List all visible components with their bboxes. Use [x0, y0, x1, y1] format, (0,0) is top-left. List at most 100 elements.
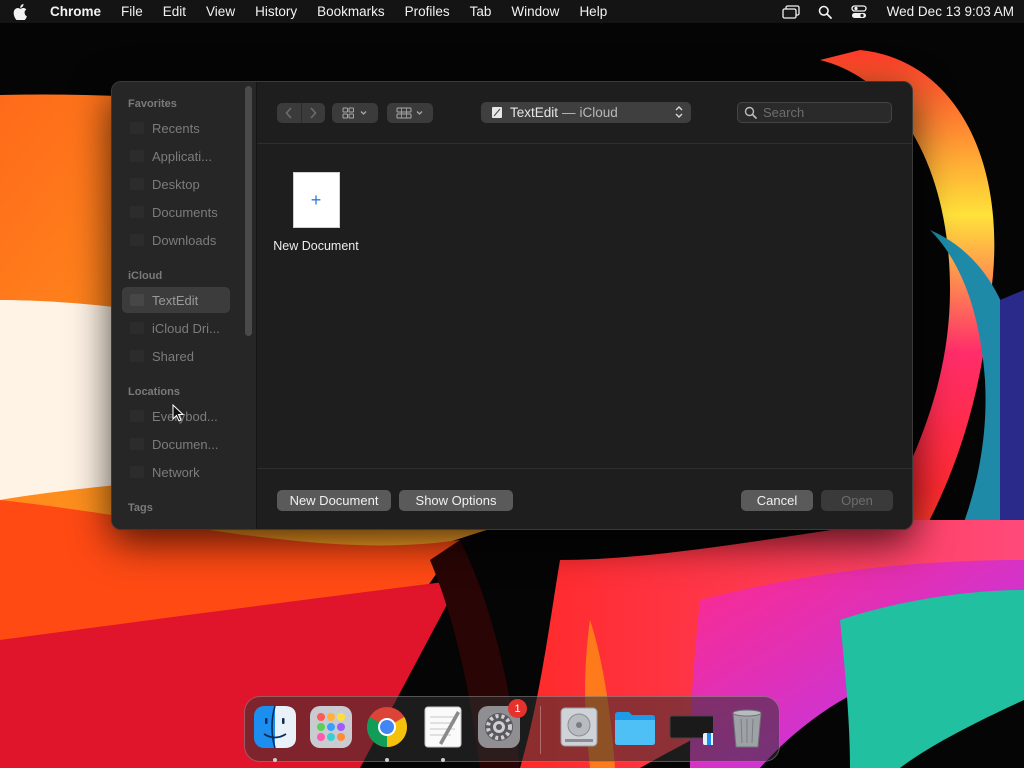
- menu-bookmarks[interactable]: Bookmarks: [307, 0, 395, 23]
- menu-profiles[interactable]: Profiles: [395, 0, 460, 23]
- file-item-label: New Document: [273, 239, 359, 253]
- forward-button[interactable]: [300, 103, 325, 123]
- location-separator: —: [562, 105, 576, 120]
- chevron-left-icon: [285, 107, 292, 119]
- menu-history[interactable]: History: [245, 0, 307, 23]
- up-down-chevron-icon: [675, 106, 683, 118]
- menubar-status-area: Wed Dec 13 9:03 AM: [777, 0, 1014, 23]
- menu-view[interactable]: View: [196, 0, 245, 23]
- finder-running-indicator: [273, 758, 277, 762]
- file-list: + New Document: [257, 144, 912, 468]
- folder-icon[interactable]: [613, 705, 657, 749]
- document-icon: [130, 206, 144, 218]
- chrome-icon[interactable]: [365, 705, 409, 749]
- control-center-icon[interactable]: [845, 0, 873, 23]
- textedit-icon[interactable]: [421, 705, 465, 749]
- sidebar-item-label: Documents: [152, 204, 218, 220]
- sidebar-section-locations: Locations: [128, 386, 180, 398]
- navigation-buttons: [277, 103, 325, 123]
- cloud-icon: [130, 322, 144, 334]
- download-icon: [130, 234, 144, 246]
- system-settings-icon[interactable]: 1: [477, 699, 527, 749]
- menu-help[interactable]: Help: [569, 0, 617, 23]
- notification-badge: 1: [508, 699, 527, 718]
- sidebar-item-label: Desktop: [152, 176, 200, 192]
- applications-icon: [130, 150, 144, 162]
- search-icon: [744, 106, 757, 119]
- plus-icon: +: [310, 189, 322, 210]
- menu-window[interactable]: Window: [501, 0, 569, 23]
- drive-icon: [130, 410, 144, 422]
- sidebar-section-favorites: Favorites: [128, 98, 177, 110]
- textedit-doc-icon: [492, 107, 502, 118]
- search-icon[interactable]: [811, 0, 839, 23]
- sidebar-item-applications[interactable]: Applicati...: [122, 143, 230, 169]
- sidebar-item-label: Shared: [152, 348, 194, 364]
- show-options-button[interactable]: Show Options: [399, 490, 513, 511]
- screen-sharing-icon[interactable]: [669, 705, 715, 749]
- sidebar-item-desktop[interactable]: Desktop: [122, 171, 230, 197]
- sidebar-item-label: Everybod...: [152, 408, 218, 424]
- sidebar-item-label: Recents: [152, 120, 200, 136]
- open-button[interactable]: Open: [821, 490, 893, 511]
- location-app-label: TextEdit: [510, 105, 559, 120]
- drive-icon: [130, 438, 144, 450]
- sidebar-item-label: Network: [152, 464, 200, 480]
- sidebar-section-tags: Tags: [128, 502, 153, 514]
- sidebar-item-documen[interactable]: Documen...: [122, 431, 230, 457]
- open-file-dialog: Favorites Recents Applicati... Desktop D…: [111, 81, 913, 530]
- sidebar-item-documents[interactable]: Documents: [122, 199, 230, 225]
- desktop-icon: [130, 178, 144, 190]
- new-document-button[interactable]: New Document: [277, 490, 391, 511]
- textedit-running-indicator: [441, 758, 445, 762]
- icon-view-icon: [342, 107, 367, 119]
- menu-bar: Chrome File Edit View History Bookmarks …: [0, 0, 1024, 23]
- sidebar-item-label: Documen...: [152, 436, 219, 452]
- launchpad-icon[interactable]: [309, 705, 353, 749]
- dock: 1: [244, 696, 780, 762]
- dialog-toolbar: TextEdit — iCloud: [257, 82, 912, 144]
- search-field[interactable]: [737, 102, 892, 123]
- sidebar-item-shared[interactable]: Shared: [122, 343, 230, 369]
- sidebar-item-downloads[interactable]: Downloads: [122, 227, 230, 253]
- finder-icon[interactable]: [253, 705, 297, 749]
- file-browser: TextEdit — iCloud + New Document: [257, 82, 912, 529]
- document-thumbnail: +: [292, 172, 340, 228]
- sidebar-item-recents[interactable]: Recents: [122, 115, 230, 141]
- location-place-label: iCloud: [579, 105, 618, 120]
- file-item-new-document[interactable]: + New Document: [271, 172, 361, 253]
- search-input[interactable]: [763, 105, 883, 120]
- menubar-clock[interactable]: Wed Dec 13 9:03 AM: [887, 4, 1014, 19]
- chevron-right-icon: [310, 107, 317, 119]
- sidebar-item-label: iCloud Dri...: [152, 320, 220, 336]
- group-by-button[interactable]: [387, 103, 433, 123]
- disk-utility-icon[interactable]: [557, 705, 601, 749]
- mouse-cursor-icon: [172, 404, 184, 422]
- menu-tab[interactable]: Tab: [460, 0, 502, 23]
- sidebar-item-label: Applicati...: [152, 148, 212, 164]
- apple-menu-icon[interactable]: [0, 0, 40, 23]
- menu-file[interactable]: File: [111, 0, 153, 23]
- sidebar-scrollbar[interactable]: [245, 86, 252, 336]
- back-button[interactable]: [277, 103, 301, 123]
- folder-icon: [130, 294, 144, 306]
- chrome-running-indicator: [385, 758, 389, 762]
- sidebar: Favorites Recents Applicati... Desktop D…: [112, 82, 257, 529]
- menu-app-name[interactable]: Chrome: [40, 0, 111, 23]
- shared-folder-icon: [130, 350, 144, 362]
- sidebar-item-label: Downloads: [152, 232, 217, 248]
- sidebar-item-icloud-drive[interactable]: iCloud Dri...: [122, 315, 230, 341]
- sidebar-item-network[interactable]: Network: [122, 459, 230, 485]
- display-icon[interactable]: [777, 0, 805, 23]
- location-popup[interactable]: TextEdit — iCloud: [481, 102, 691, 123]
- trash-icon[interactable]: [725, 705, 769, 749]
- sidebar-item-label: TextEdit: [152, 292, 199, 308]
- cancel-button[interactable]: Cancel: [741, 490, 813, 511]
- group-icon: [396, 107, 423, 119]
- dialog-button-bar: New Document Show Options Cancel Open: [257, 468, 912, 529]
- dock-separator: [540, 706, 541, 754]
- sidebar-section-icloud: iCloud: [128, 270, 163, 282]
- sidebar-item-textedit[interactable]: TextEdit: [122, 287, 230, 313]
- view-mode-button[interactable]: [332, 103, 378, 123]
- menu-edit[interactable]: Edit: [153, 0, 196, 23]
